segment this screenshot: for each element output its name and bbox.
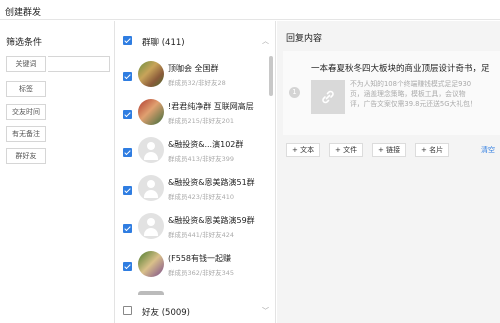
reply-message-card[interactable]: 1 一本春夏秋冬四大板块的商业顶层设计奇书，足 不为人知的108个终端赚钱模式足… [283, 51, 500, 135]
scrollbar[interactable] [269, 56, 273, 96]
group-name: &融投资&恩美路演59群 [168, 216, 255, 225]
group-list-panel: 群聊 (411) ︿ 顶咖会 全国群 群成员32/非好友28 !君君纯净群 互联… [116, 21, 276, 323]
avatar [138, 251, 164, 277]
clear-link[interactable]: 清空 [481, 145, 495, 155]
title-bar: 创建群发 [0, 0, 500, 20]
avatar [138, 99, 164, 125]
friend-section-header[interactable]: 好友 (5009) ﹀ [116, 301, 275, 321]
avatar [138, 213, 164, 239]
message-index: 1 [289, 87, 300, 98]
list-item[interactable]: 顶咖会 全国群 群成员32/非好友28 [116, 58, 266, 96]
item-checkbox[interactable] [123, 224, 132, 233]
group-name: &融投资&...演102群 [168, 140, 244, 149]
desc-line: 不为人知的108个终端赚钱模式足足930 [350, 80, 472, 88]
remark-button[interactable]: 有无备注 [6, 126, 46, 142]
avatar [138, 291, 164, 295]
add-card-button[interactable]: + 名片 [415, 143, 450, 157]
filter-panel: 筛选条件 关键词 标签 交友时间 有无备注 群好友 [0, 21, 115, 323]
tag-button[interactable]: 标签 [6, 81, 46, 97]
avatar [138, 61, 164, 87]
reply-panel: 回复内容 1 一本春夏秋冬四大板块的商业顶层设计奇书，足 不为人知的108个终端… [277, 21, 500, 323]
keyword-input[interactable] [48, 56, 110, 72]
group-name: (F558有钱一起赚 [168, 254, 231, 263]
list-item[interactable]: &融投资&恩美路演51群 群成员423/非好友410 [116, 172, 266, 210]
item-checkbox[interactable] [123, 148, 132, 157]
filter-header: 筛选条件 [6, 38, 43, 48]
friend-time-button[interactable]: 交友时间 [6, 104, 46, 120]
group-meta: 群成员362/非好友345 [168, 269, 235, 277]
message-title: 一本春夏秋冬四大板块的商业顶层设计奇书，足 [311, 64, 490, 74]
group-name: 顶咖会 全国群 [168, 64, 219, 73]
avatar [138, 175, 164, 201]
group-meta: 群成员32/非好友28 [168, 79, 226, 87]
link-thumbnail [311, 80, 345, 114]
add-text-button[interactable]: + 文本 [286, 143, 321, 157]
desc-line: 评，广告文案仅需39.8元还送5G大礼包！ [350, 100, 477, 108]
group-name: &融投资&恩美路演51群 [168, 178, 255, 187]
item-checkbox[interactable] [123, 186, 132, 195]
group-section-header[interactable]: 群聊 (411) ︿ [116, 31, 275, 51]
group-select-all-checkbox[interactable] [123, 36, 132, 45]
list-item[interactable]: &融投资&...演102群 群成员413/非好友399 [116, 134, 266, 172]
item-checkbox[interactable] [123, 72, 132, 81]
avatar [138, 137, 164, 163]
group-meta: 群成员215/非好友201 [168, 117, 235, 125]
group-meta: 群成员441/非好友424 [168, 231, 235, 239]
list-item[interactable]: (F558有钱一起赚 群成员362/非好友345 [116, 248, 266, 286]
add-file-button[interactable]: + 文件 [329, 143, 364, 157]
group-meta: 群成员413/非好友399 [168, 155, 235, 163]
desc-line: 页，涵盖理念策略，模板工具，会议物 [350, 90, 466, 98]
message-description: 不为人知的108个终端赚钱模式足足930 页，涵盖理念策略，模板工具，会议物 评… [350, 79, 500, 109]
group-friends-button[interactable]: 群好友 [6, 148, 46, 164]
group-meta: 群成员423/非好友410 [168, 193, 235, 201]
group-section-label: 群聊 (411) [142, 38, 185, 48]
friend-select-all-checkbox[interactable] [123, 306, 132, 315]
chevron-up-icon[interactable]: ︿ [262, 36, 269, 46]
link-icon [322, 90, 334, 104]
keyword-button[interactable]: 关键词 [6, 56, 46, 72]
item-checkbox[interactable] [123, 110, 132, 119]
list-item[interactable]: &融投资&恩美路演59群 群成员441/非好友424 [116, 210, 266, 248]
friend-section-label: 好友 (5009) [142, 308, 190, 318]
list-item[interactable]: !君君纯净群 互联网高层 群成员215/非好友201 [116, 96, 266, 134]
chevron-down-icon[interactable]: ﹀ [262, 306, 269, 316]
item-checkbox[interactable] [123, 262, 132, 271]
window-title: 创建群发 [5, 8, 42, 18]
reply-header: 回复内容 [286, 34, 323, 44]
add-link-button[interactable]: + 链接 [372, 143, 407, 157]
group-name: !君君纯净群 互联网高层 [168, 102, 254, 111]
